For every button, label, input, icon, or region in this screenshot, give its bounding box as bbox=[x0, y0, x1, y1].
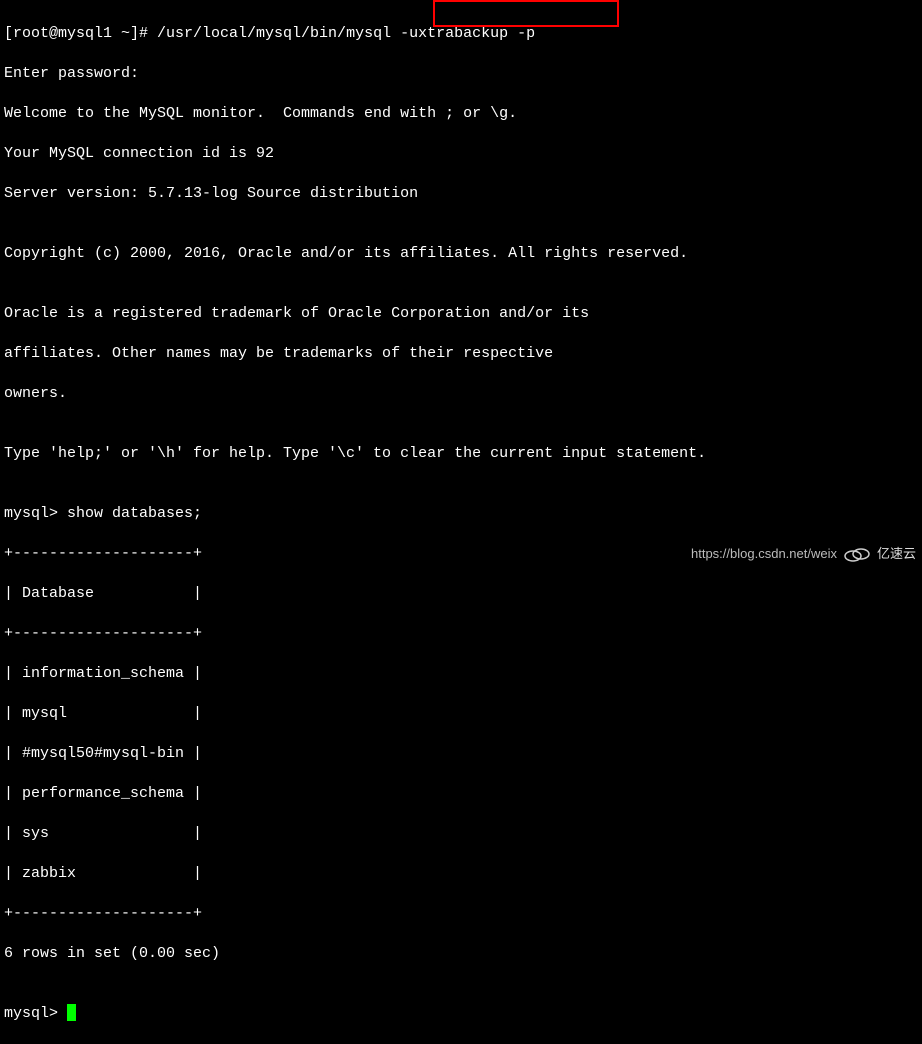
trademark-line-2: affiliates. Other names may be trademark… bbox=[4, 344, 918, 364]
shell-args-highlighted: -uxtrabackup -p bbox=[400, 25, 535, 42]
table-row: | information_schema | bbox=[4, 664, 918, 684]
table-row: | performance_schema | bbox=[4, 784, 918, 804]
shell-command: /usr/local/mysql/bin/mysql bbox=[148, 25, 400, 42]
mysql-command: show databases; bbox=[58, 505, 202, 522]
watermark-url: https://blog.csdn.net/weix bbox=[691, 544, 837, 564]
welcome-line: Welcome to the MySQL monitor. Commands e… bbox=[4, 104, 918, 124]
mysql-query-line: mysql> show databases; bbox=[4, 504, 918, 524]
table-border: +--------------------+ bbox=[4, 904, 918, 924]
table-row: | zabbix | bbox=[4, 864, 918, 884]
table-row: | mysql | bbox=[4, 704, 918, 724]
watermark-brand: 亿速云 bbox=[877, 544, 916, 564]
table-border: +--------------------+ bbox=[4, 624, 918, 644]
table-row: | sys | bbox=[4, 824, 918, 844]
trademark-line-3: owners. bbox=[4, 384, 918, 404]
mysql-prompt: mysql> bbox=[4, 505, 58, 522]
conn-id-line: Your MySQL connection id is 92 bbox=[4, 144, 918, 164]
mysql-prompt-active[interactable]: mysql> bbox=[4, 1004, 918, 1024]
server-version-line: Server version: 5.7.13-log Source distri… bbox=[4, 184, 918, 204]
table-header: | Database | bbox=[4, 584, 918, 604]
mysql-prompt: mysql> bbox=[4, 1005, 67, 1022]
copyright-line: Copyright (c) 2000, 2016, Oracle and/or … bbox=[4, 244, 918, 264]
trademark-line-1: Oracle is a registered trademark of Orac… bbox=[4, 304, 918, 324]
terminal-output[interactable]: [root@mysql1 ~]# /usr/local/mysql/bin/my… bbox=[4, 4, 918, 1044]
table-row: | #mysql50#mysql-bin | bbox=[4, 744, 918, 764]
shell-prompt: [root@mysql1 ~]# bbox=[4, 25, 148, 42]
shell-prompt-line: [root@mysql1 ~]# /usr/local/mysql/bin/my… bbox=[4, 24, 918, 44]
cursor-icon bbox=[67, 1004, 76, 1021]
help-line: Type 'help;' or '\h' for help. Type '\c'… bbox=[4, 444, 918, 464]
enter-password-line: Enter password: bbox=[4, 64, 918, 84]
watermark-logo-icon bbox=[843, 545, 871, 563]
result-summary: 6 rows in set (0.00 sec) bbox=[4, 944, 918, 964]
watermark: https://blog.csdn.net/weix 亿速云 bbox=[691, 544, 916, 564]
